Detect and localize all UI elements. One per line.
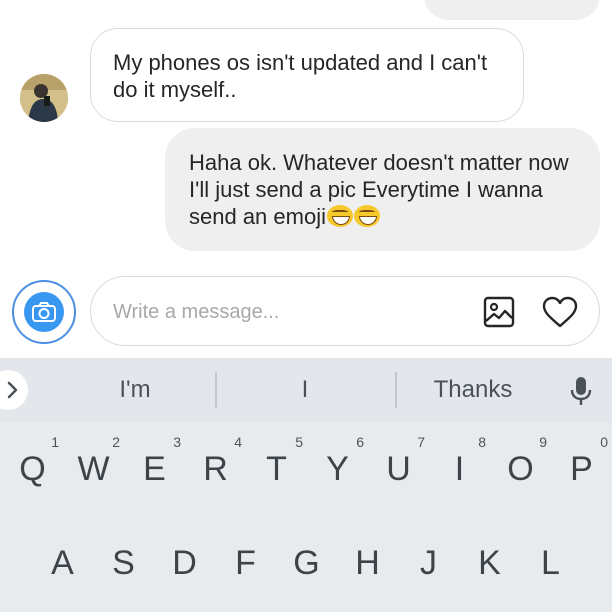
suggestion-word[interactable]: Thanks [400, 376, 546, 404]
key-label: D [172, 544, 197, 582]
key-i[interactable]: 8I [429, 424, 490, 496]
suggestion-divider [215, 372, 217, 408]
expand-toolbar-button[interactable] [0, 370, 28, 410]
key-label: Y [326, 450, 349, 488]
suggestion-divider [395, 372, 397, 408]
key-number-hint: 5 [295, 434, 303, 450]
keyboard: 1Q 2W 3E 4R 5T 6Y 7U 8I 9O 0P A S D F G … [0, 422, 612, 612]
camera-button[interactable] [12, 280, 76, 344]
key-label: K [478, 544, 501, 582]
key-label: A [51, 544, 74, 582]
key-label: J [420, 544, 437, 582]
microphone-icon[interactable] [570, 376, 592, 406]
key-label: S [112, 544, 135, 582]
key-f[interactable]: F [215, 518, 276, 590]
previous-message-bubble[interactable] [424, 0, 600, 20]
suggestion-word[interactable]: I'm [60, 376, 210, 404]
key-h[interactable]: H [337, 518, 398, 590]
key-label: E [143, 450, 166, 488]
grinning-squinting-face-icon [326, 205, 353, 227]
keyboard-row-middle: A S D F G H J K L [0, 518, 612, 590]
incoming-message-bubble[interactable]: My phones os isn't updated and I can't d… [90, 28, 524, 122]
key-d[interactable]: D [154, 518, 215, 590]
key-number-hint: 4 [234, 434, 242, 450]
key-j[interactable]: J [398, 518, 459, 590]
grinning-squinting-face-icon [353, 205, 380, 227]
key-label: H [355, 544, 380, 582]
key-t[interactable]: 5T [246, 424, 307, 496]
key-label: U [386, 450, 411, 488]
key-q[interactable]: 1Q [2, 424, 63, 496]
key-r[interactable]: 4R [185, 424, 246, 496]
heart-icon[interactable] [542, 296, 578, 328]
incoming-message-text: My phones os isn't updated and I can't d… [113, 50, 488, 102]
key-l[interactable]: L [520, 518, 581, 590]
key-w[interactable]: 2W [63, 424, 124, 496]
key-label: R [203, 450, 228, 488]
key-number-hint: 0 [600, 434, 608, 450]
message-input-container [90, 276, 600, 346]
key-y[interactable]: 6Y [307, 424, 368, 496]
key-number-hint: 9 [539, 434, 547, 450]
chat-thread: My phones os isn't updated and I can't d… [0, 0, 612, 358]
key-label: I [454, 450, 465, 488]
keyboard-row-top: 1Q 2W 3E 4R 5T 6Y 7U 8I 9O 0P [0, 424, 612, 496]
key-label: P [570, 450, 593, 488]
outgoing-message-bubble[interactable]: Haha ok. Whatever doesn't matter now I'l… [165, 128, 600, 251]
avatar[interactable] [20, 74, 68, 122]
key-g[interactable]: G [276, 518, 337, 590]
key-k[interactable]: K [459, 518, 520, 590]
suggestion-strip: I'm I Thanks [0, 358, 612, 422]
key-number-hint: 1 [51, 434, 59, 450]
suggestion-word[interactable]: I [220, 376, 390, 404]
key-u[interactable]: 7U [368, 424, 429, 496]
message-input[interactable] [113, 297, 473, 327]
key-o[interactable]: 9O [490, 424, 551, 496]
key-s[interactable]: S [93, 518, 154, 590]
key-number-hint: 7 [417, 434, 425, 450]
chevron-right-icon [7, 381, 18, 399]
key-label: W [77, 450, 110, 488]
key-label: Q [19, 450, 46, 488]
key-number-hint: 8 [478, 434, 486, 450]
key-e[interactable]: 3E [124, 424, 185, 496]
key-label: G [293, 544, 320, 582]
image-icon[interactable] [483, 296, 515, 328]
key-label: O [507, 450, 534, 488]
key-p[interactable]: 0P [551, 424, 612, 496]
key-label: F [235, 544, 256, 582]
camera-icon [24, 292, 64, 332]
key-label: T [266, 450, 287, 488]
key-number-hint: 3 [173, 434, 181, 450]
key-number-hint: 2 [112, 434, 120, 450]
key-label: L [541, 544, 560, 582]
key-a[interactable]: A [32, 518, 93, 590]
key-number-hint: 6 [356, 434, 364, 450]
